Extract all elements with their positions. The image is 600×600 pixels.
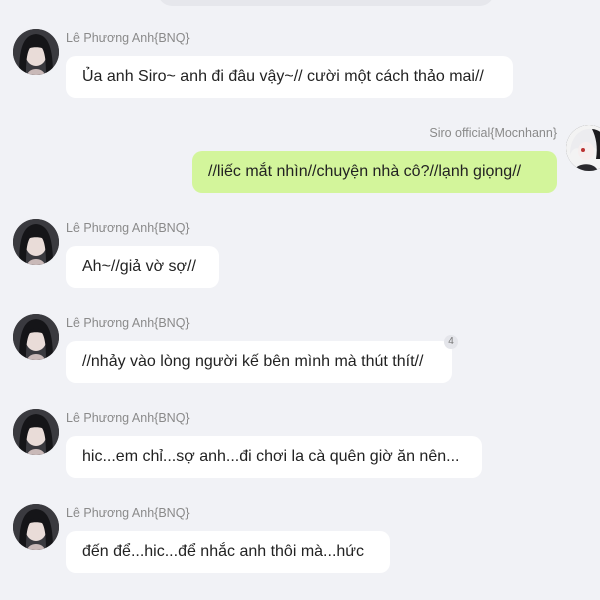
dark-hair-girl-avatar[interactable] <box>13 219 59 265</box>
sender-name: Lê Phương Anh{BNQ} <box>66 506 190 520</box>
message-bubble[interactable]: hic...em chỉ...sợ anh...đi chơi la cà qu… <box>66 436 482 478</box>
message-bubble[interactable]: Ủa anh Siro~ anh đi đâu vậy~// cười một … <box>66 56 513 98</box>
dark-hair-girl-avatar[interactable] <box>13 29 59 75</box>
dark-hair-girl-avatar[interactable] <box>13 504 59 550</box>
white-hair-boy-avatar[interactable] <box>566 125 600 171</box>
message-bubble-mine[interactable]: //liếc mắt nhìn//chuyện nhà cô?//lạnh gi… <box>192 151 557 193</box>
reaction-count-badge[interactable]: 4 <box>444 335 458 349</box>
sender-name: Lê Phương Anh{BNQ} <box>66 31 190 45</box>
previous-message-bubble <box>158 0 494 6</box>
dark-hair-girl-avatar[interactable] <box>13 314 59 360</box>
sender-name: Lê Phương Anh{BNQ} <box>66 221 190 235</box>
sender-name: Lê Phương Anh{BNQ} <box>66 411 190 425</box>
message-bubble[interactable]: //nhảy vào lòng người kế bên mình mà thú… <box>66 341 452 383</box>
sender-name: Siro official{Mocnhann} <box>429 126 557 140</box>
sender-name: Lê Phương Anh{BNQ} <box>66 316 190 330</box>
dark-hair-girl-avatar[interactable] <box>13 409 59 455</box>
message-bubble[interactable]: Ah~//giả vờ sợ// <box>66 246 219 288</box>
message-bubble[interactable]: đến để...hic...để nhắc anh thôi mà...hức <box>66 531 390 573</box>
